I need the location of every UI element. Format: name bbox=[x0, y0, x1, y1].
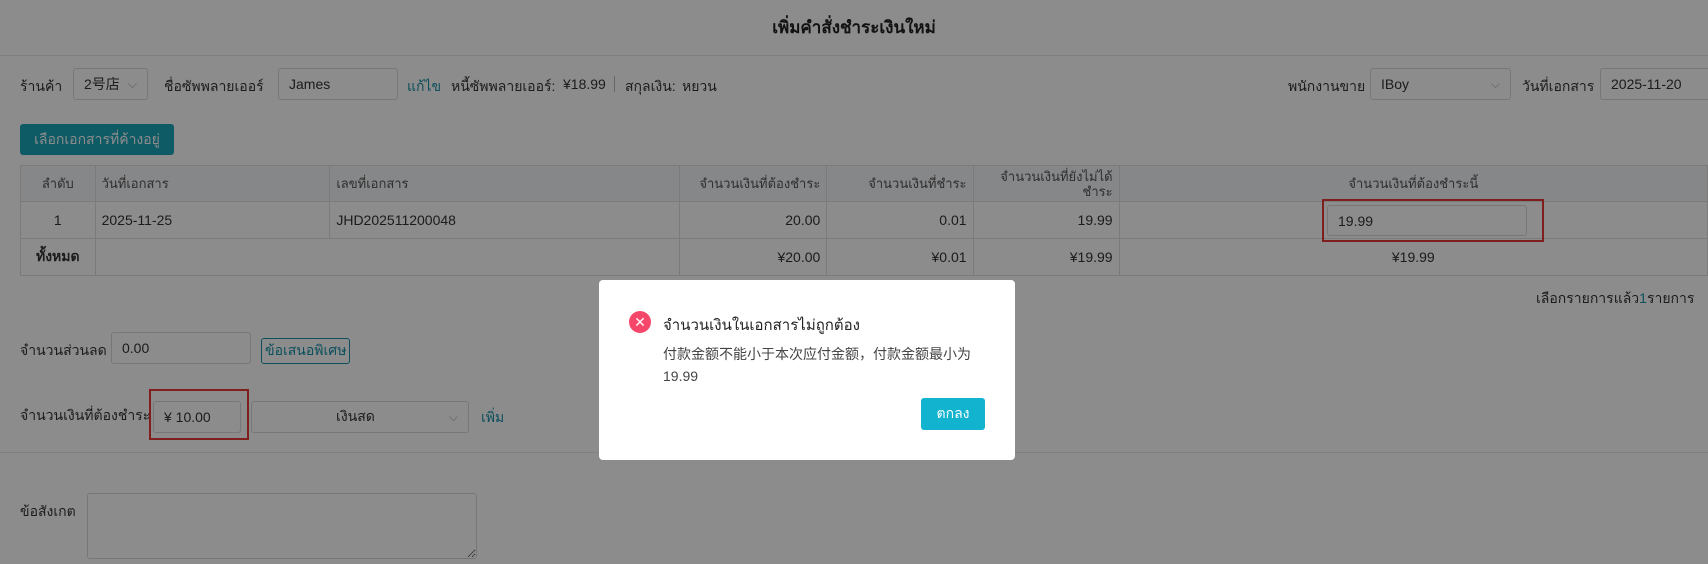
dialog-title: จำนวนเงินในเอกสารไม่ถูกต้อง bbox=[663, 317, 860, 334]
dialog-message: 付款金额不能小于本次应付金额，付款金额最小为19.99 bbox=[663, 346, 971, 384]
close-circle-icon: ✕ bbox=[629, 311, 651, 333]
error-dialog: ✕ จำนวนเงินในเอกสารไม่ถูกต้อง 付款金额不能小于本次… bbox=[599, 280, 1015, 460]
ok-button[interactable]: ตกลง bbox=[921, 398, 985, 430]
